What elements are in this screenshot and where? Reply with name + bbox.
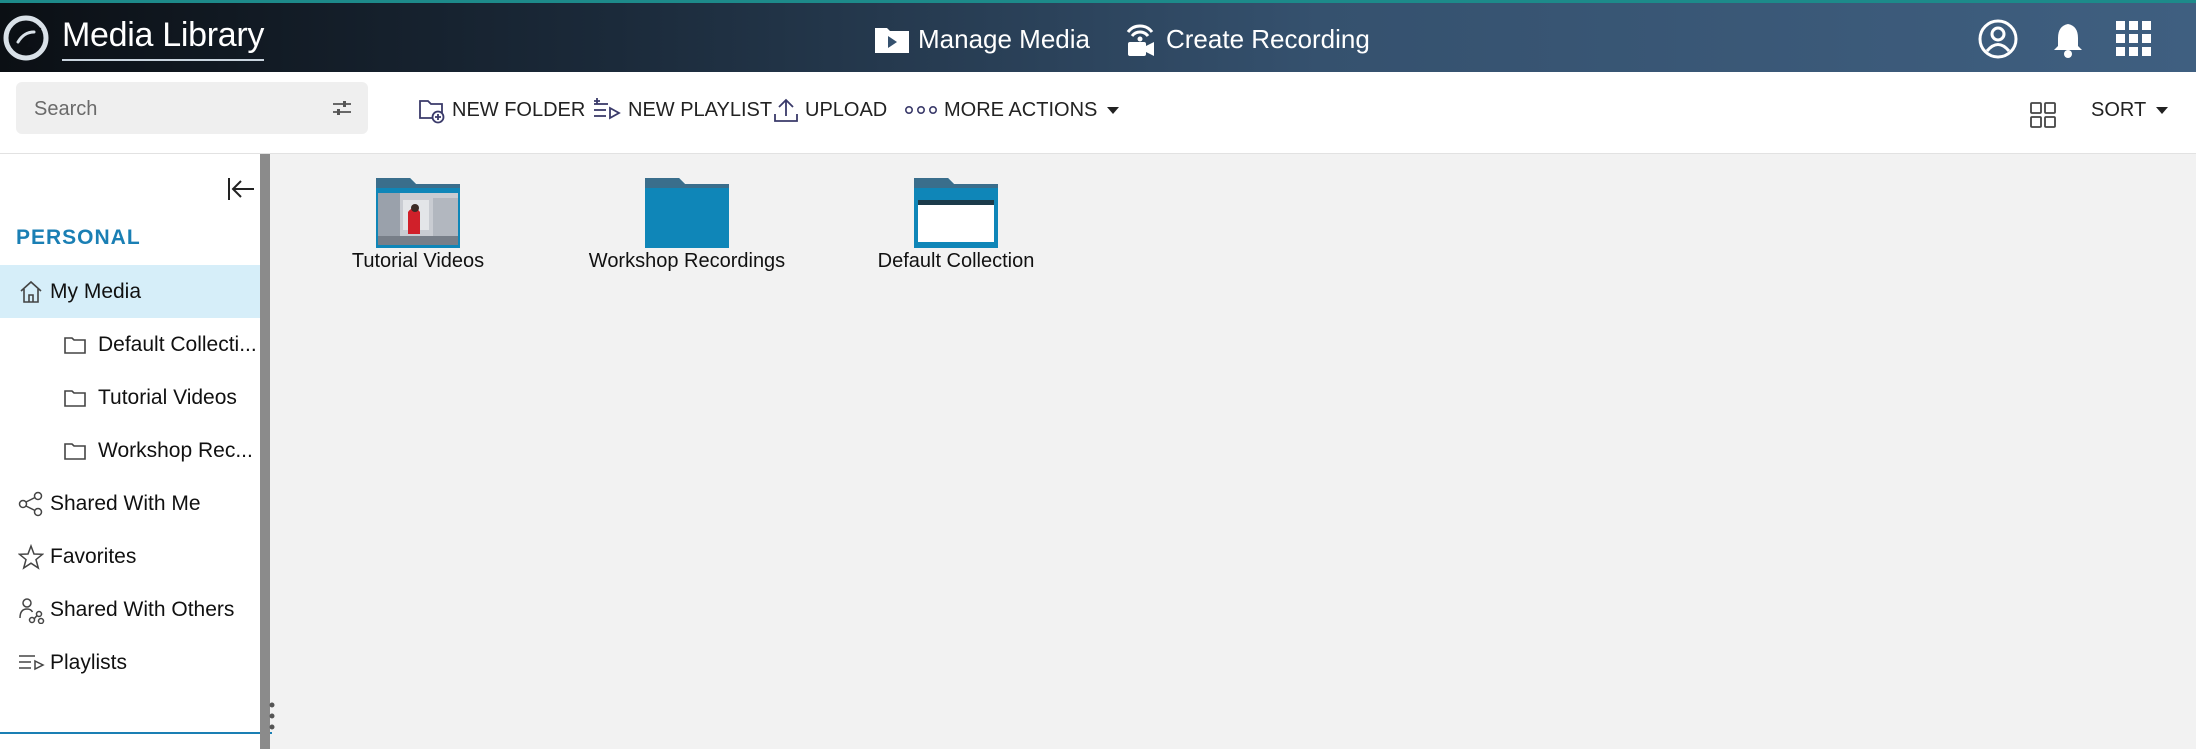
new-playlist-button[interactable]: NEW PLAYLIST	[592, 94, 772, 126]
star-icon	[16, 542, 46, 572]
more-actions-label: MORE ACTIONS	[944, 98, 1098, 121]
grid-view-icon[interactable]	[2029, 101, 2057, 129]
sidebar-item-label: Favorites	[50, 544, 137, 568]
media-grid: Tutorial Videos Workshop Recordings Defa…	[272, 154, 2196, 749]
folder-icon	[60, 436, 90, 466]
folder-icon	[60, 330, 90, 360]
sidebar-item-default-collection[interactable]: Default Collecti...	[0, 318, 260, 371]
app-logo-icon	[3, 15, 49, 61]
folder-icon	[60, 383, 90, 413]
new-playlist-label: NEW PLAYLIST	[628, 98, 773, 121]
search-input[interactable]	[32, 82, 326, 136]
share-icon	[16, 489, 46, 519]
toolbar: NEW FOLDER NEW PLAYLIST UPLOAD MORE ACTI…	[0, 72, 2196, 154]
upload-label: UPLOAD	[805, 98, 888, 121]
folder-icon	[645, 178, 729, 248]
folder-name: Workshop Recordings	[588, 250, 786, 272]
sidebar-item-my-media[interactable]: My Media	[0, 265, 260, 318]
folder-name: Default Collection	[877, 250, 1035, 272]
section-personal: PERSONAL	[16, 226, 141, 249]
playlist-icon	[16, 648, 46, 678]
sidebar-item-tutorial-videos[interactable]: Tutorial Videos	[0, 371, 260, 424]
chevron-down-icon	[1107, 106, 1120, 114]
chevron-down-icon	[2156, 106, 2169, 114]
folder-tile-default-collection[interactable]: Default Collection	[836, 176, 1076, 273]
sidebar-item-shared-with-me[interactable]: Shared With Me	[0, 477, 260, 530]
sidebar-item-favorites[interactable]: Favorites	[0, 530, 260, 583]
sidebar-item-label: Shared With Others	[50, 597, 235, 621]
shared-others-icon	[16, 595, 46, 625]
sidebar-item-label: Workshop Rec...	[98, 438, 253, 462]
sidebar: PERSONAL My Media Default Collecti... Tu…	[0, 154, 272, 749]
new-folder-icon	[419, 100, 445, 124]
sidebar-divider	[0, 732, 272, 734]
more-dots-icon	[904, 105, 937, 115]
new-folder-label: NEW FOLDER	[452, 98, 586, 121]
sidebar-item-label: My Media	[50, 279, 142, 303]
new-playlist-icon	[594, 98, 621, 120]
collapse-sidebar-icon[interactable]	[226, 174, 256, 204]
bell-icon[interactable]	[2047, 18, 2089, 60]
brand[interactable]: Media Library	[0, 13, 264, 63]
sort-button[interactable]: SORT	[2091, 94, 2169, 126]
nav-manage-media-label: Manage Media	[918, 23, 1090, 54]
nav-manage-media[interactable]: Manage Media	[874, 17, 1090, 61]
sidebar-item-label: Shared With Me	[50, 491, 201, 515]
sidebar-item-workshop-recordings[interactable]: Workshop Rec...	[0, 424, 260, 477]
upload-icon	[774, 98, 798, 122]
sidebar-item-shared-with-others[interactable]: Shared With Others	[0, 583, 260, 636]
filter-sliders-icon[interactable]	[330, 96, 354, 120]
folder-tile-tutorial-videos[interactable]: Tutorial Videos	[298, 176, 538, 273]
sort-label: SORT	[2091, 98, 2147, 121]
sidebar-item-label: Tutorial Videos	[98, 385, 237, 409]
folder-thumbnail-photo-icon	[376, 178, 460, 248]
sidebar-scrollbar[interactable]	[260, 154, 270, 749]
upload-button[interactable]: UPLOAD	[773, 94, 887, 126]
top-bar: Media Library Manage Media Create Record…	[0, 0, 2196, 72]
sidebar-item-label: Default Collecti...	[98, 332, 257, 356]
nav-create-recording[interactable]: Create Recording	[1122, 17, 1370, 61]
home-icon	[16, 277, 46, 307]
sidebar-item-label: Playlists	[50, 650, 128, 674]
folder-name: Tutorial Videos	[351, 250, 485, 272]
sidebar-item-playlists[interactable]: Playlists	[0, 636, 260, 689]
nav-create-recording-label: Create Recording	[1166, 23, 1370, 54]
folder-tile-workshop-recordings[interactable]: Workshop Recordings	[567, 176, 807, 273]
user-avatar-icon[interactable]	[1977, 18, 2019, 60]
more-actions-button[interactable]: MORE ACTIONS	[904, 94, 1120, 126]
folder-thumbnail-document-icon	[914, 178, 998, 248]
new-folder-button[interactable]: NEW FOLDER	[418, 94, 585, 126]
search-box	[16, 82, 368, 136]
app-title: Media Library	[62, 16, 264, 61]
recording-icon	[1126, 24, 1154, 56]
apps-grid-icon[interactable]	[2113, 18, 2155, 60]
media-folder-icon	[875, 28, 909, 53]
